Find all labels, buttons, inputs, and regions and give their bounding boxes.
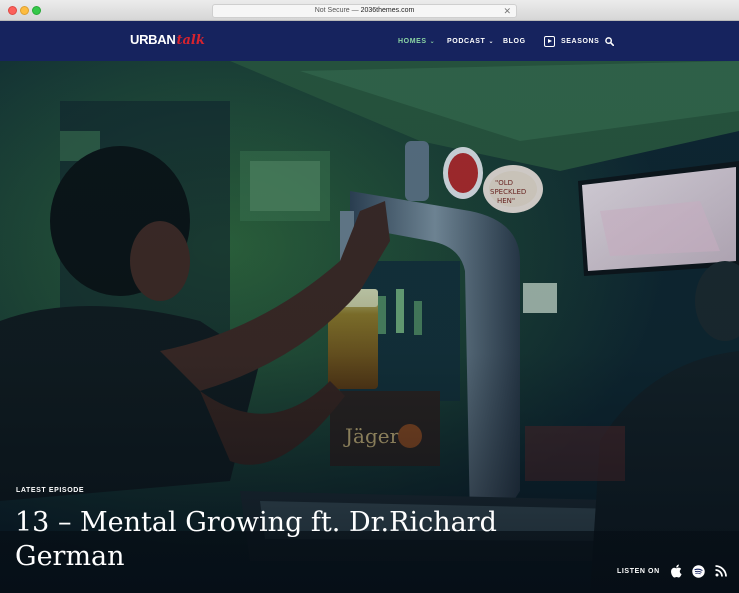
- browser-chrome: Not Secure — 2036themes.com ✕: [0, 0, 739, 21]
- nav-item-seasons[interactable]: SEASONS: [544, 35, 599, 47]
- stop-loading-icon[interactable]: ✕: [503, 5, 511, 17]
- latest-episode-label: LATEST EPISODE: [16, 487, 85, 494]
- nav-item-podcast[interactable]: PODCAST ⌄: [447, 35, 494, 47]
- apple-icon[interactable]: [670, 564, 682, 578]
- nav-item-homes[interactable]: HOMES ⌄: [398, 35, 435, 47]
- window-close-button[interactable]: [8, 6, 17, 15]
- site-logo[interactable]: URBAN talk: [130, 32, 205, 50]
- chevron-down-icon: ⌄: [488, 38, 495, 45]
- listen-on-bar: LISTEN ON: [617, 564, 737, 578]
- address-bar[interactable]: Not Secure — 2036themes.com ✕: [212, 4, 517, 18]
- window-minimize-button[interactable]: [20, 6, 29, 15]
- hero-section: Jäger "OLD SPECKLED HEN": [0, 61, 739, 593]
- episode-title-link[interactable]: 13 – Mental Growing ft. Dr.Richard Germa…: [15, 506, 535, 574]
- logo-secondary-text: talk: [176, 33, 205, 48]
- nav-item-label: HOMES: [398, 37, 427, 45]
- nav-item-label: SEASONS: [561, 37, 600, 45]
- chevron-down-icon: ⌄: [429, 38, 436, 45]
- logo-primary-text: URBAN: [130, 32, 176, 47]
- nav-item-label: PODCAST: [447, 37, 486, 45]
- search-icon[interactable]: [605, 37, 614, 46]
- url-host: 2036themes.com: [360, 7, 415, 14]
- url-security-label: Not Secure —: [314, 7, 359, 14]
- nav-item-label: BLOG: [503, 37, 526, 45]
- spotify-icon[interactable]: [692, 564, 705, 578]
- window-maximize-button[interactable]: [32, 6, 41, 15]
- rss-icon[interactable]: [715, 565, 727, 577]
- nav-item-blog[interactable]: BLOG: [503, 35, 526, 47]
- site-header: URBAN talk HOMES ⌄ PODCAST ⌄ BLOG SEASON…: [0, 21, 739, 61]
- play-box-icon: [544, 35, 555, 47]
- listen-on-label: LISTEN ON: [617, 567, 660, 575]
